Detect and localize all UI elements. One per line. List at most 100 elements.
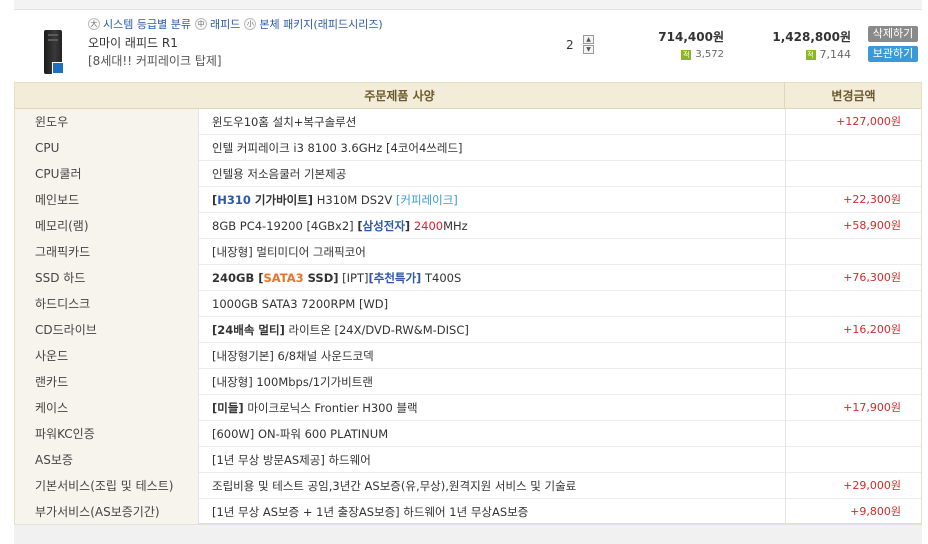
intel-badge-icon — [52, 62, 64, 74]
value-part: 삼성전자 — [362, 219, 405, 233]
value-part: H310M DS2V — [313, 193, 396, 207]
spec-row-hdd: 하드디스크 1000GB SATA3 7200RPM [WD] — [15, 291, 921, 317]
spec-value: 윈도우10홈 설치+복구솔루션 — [212, 115, 357, 129]
spec-label: SSD 하드 — [15, 265, 199, 291]
spec-value: 인텔용 저소음쿨러 기본제공 — [212, 167, 347, 181]
quantity-value: 2 — [566, 38, 574, 52]
spec-row-windows: 윈도우 윈도우10홈 설치+복구솔루션 +127,000원 — [15, 109, 921, 135]
product-name[interactable]: 오마이 래피드 R1 — [88, 34, 178, 51]
spec-label: CPU쿨러 — [15, 161, 199, 187]
quantity-down-icon[interactable]: ▼ — [583, 45, 594, 54]
category-link[interactable]: 시스템 등급별 분류 — [103, 16, 191, 32]
value-part: MHz — [443, 219, 468, 233]
spec-label: 케이스 — [15, 395, 199, 421]
category-breadcrumb: 大 시스템 등급별 분류 中 래피드 小 본체 패키지(래피드시리즈) — [88, 16, 387, 32]
spec-value: [1년 무상 AS보증 + 1년 출장AS보증] 하드웨어 1년 무상AS보증 — [212, 505, 529, 519]
spec-change: +9,800원 — [785, 499, 921, 525]
spec-row-case: 케이스 [미들] 마이크로닉스 Frontier H300 블랙 +17,900… — [15, 395, 921, 421]
spec-change: +76,300원 — [785, 265, 921, 291]
quantity-stepper[interactable]: ▲ ▼ — [583, 35, 594, 55]
spec-change — [785, 161, 921, 187]
unit-price: 714,400원 — [658, 30, 724, 44]
value-part: SSD] — [303, 271, 339, 285]
spec-value: [H310 기가바이트] H310M DS2V [커피레이크] — [212, 187, 782, 213]
spec-value: 8GB PC4-19200 [4GBx2] [삼성전자] 2400MHz — [212, 213, 782, 239]
spec-change — [785, 135, 921, 161]
spec-label: CD드라이브 — [15, 317, 199, 343]
product-thumbnail[interactable] — [40, 30, 68, 76]
spec-change: +17,900원 — [785, 395, 921, 421]
spec-row-cpu-cooler: CPU쿨러 인텔용 저소음쿨러 기본제공 — [15, 161, 921, 187]
spec-row-power: 파워KC인증 [600W] ON-파워 600 PLATINUM — [15, 421, 921, 447]
value-part: [IPT] — [338, 271, 369, 285]
spec-change — [785, 369, 921, 395]
spec-change: +127,000원 — [785, 109, 921, 135]
unit-points: 적 3,572 — [681, 49, 724, 60]
spec-row-mainboard: 메인보드 [H310 기가바이트] H310M DS2V [커피레이크] +22… — [15, 187, 921, 213]
value-part: [24배속 멀티] — [212, 323, 285, 337]
category-level-icon: 小 — [244, 18, 257, 30]
value-part: T400S — [421, 271, 462, 285]
spec-label: 파워KC인증 — [15, 421, 199, 447]
spec-row-lan: 랜카드 [내장형] 100Mbps/1기가비트랜 — [15, 369, 921, 395]
spec-value: [내장형기본] 6/8채널 사운드코덱 — [212, 349, 374, 363]
spec-label: AS보증 — [15, 447, 199, 473]
order-spec-table: 주문제품 사양 변경금액 윈도우 윈도우10홈 설치+복구솔루션 +127,00… — [14, 82, 922, 525]
quantity-up-icon[interactable]: ▲ — [583, 35, 594, 44]
delete-button[interactable]: 삭제하기 — [868, 26, 918, 42]
spec-label: 랜카드 — [15, 369, 199, 395]
category-level-icon: 中 — [194, 18, 207, 30]
spec-label: 그래픽카드 — [15, 239, 199, 265]
product-description: [8세대!! 커피레이크 탑제] — [88, 54, 222, 68]
spec-row-ssd: SSD 하드 240GB [SATA3 SSD] [IPT][추천특가] T40… — [15, 265, 921, 291]
spec-label: 윈도우 — [15, 109, 199, 135]
unit-points-value: 3,572 — [695, 49, 724, 60]
keep-button[interactable]: 보관하기 — [868, 46, 918, 62]
category-link[interactable]: 본체 패키지(래피드시리즈) — [259, 16, 382, 32]
value-part: [미들] — [212, 401, 244, 415]
total-points-value: 7,144 — [819, 48, 852, 61]
spec-table-header: 주문제품 사양 변경금액 — [15, 83, 921, 109]
spec-change: +58,900원 — [785, 213, 921, 239]
spec-change: +22,300원 — [785, 187, 921, 213]
spec-value: [24배속 멀티] 라이트온 [24X/DVD-RW&M-DISC] — [212, 317, 782, 343]
spec-change — [785, 421, 921, 447]
spec-label: 부가서비스(AS보증기간) — [15, 499, 199, 525]
spec-row-extra-service: 부가서비스(AS보증기간) [1년 무상 AS보증 + 1년 출장AS보증] 하… — [15, 499, 921, 525]
value-part: H310 — [217, 193, 251, 207]
spec-value: [내장형] 100Mbps/1기가비트랜 — [212, 375, 373, 389]
spec-row-cpu: CPU 인텔 커피레이크 i3 8100 3.6GHz [4코어4쓰레드] — [15, 135, 921, 161]
spec-value: 1000GB SATA3 7200RPM [WD] — [212, 297, 389, 311]
spec-change — [785, 291, 921, 317]
spec-value: 인텔 커피레이크 i3 8100 3.6GHz [4코어4쓰레드] — [212, 141, 463, 155]
spec-value: 조립비용 및 테스트 공임,3년간 AS보증(유,무상),원격지원 서비스 및 … — [212, 479, 577, 493]
bottom-divider — [14, 524, 922, 544]
cart-product-row: 大 시스템 등급별 분류 中 래피드 小 본체 패키지(래피드시리즈) 오마이 … — [14, 10, 922, 82]
spec-label: 기본서비스(조립 및 테스트) — [15, 473, 199, 499]
value-part: 8GB PC4-19200 [4GBx2] — [212, 219, 358, 233]
spec-change — [785, 239, 921, 265]
spec-change — [785, 447, 921, 473]
spec-row-sound: 사운드 [내장형기본] 6/8채널 사운드코덱 — [15, 343, 921, 369]
category-link[interactable]: 래피드 — [210, 16, 240, 32]
spec-value: [1년 무상 방문AS제공] 하드웨어 — [212, 453, 371, 467]
total-price: 1,428,800원 — [772, 30, 851, 44]
value-part: 라이트온 [24X/DVD-RW&M-DISC] — [284, 323, 469, 337]
spec-row-memory: 메모리(램) 8GB PC4-19200 [4GBx2] [삼성전자] 2400… — [15, 213, 921, 239]
spec-value: [미들] 마이크로닉스 Frontier H300 블랙 — [212, 395, 782, 421]
change-header: 변경금액 — [831, 89, 876, 103]
spec-label: CPU — [15, 135, 199, 161]
value-part: 마이크로닉스 Frontier H300 블랙 — [243, 401, 418, 415]
spec-row-graphics: 그래픽카드 [내장형] 멀티미디어 그래픽코어 — [15, 239, 921, 265]
spec-label: 하드디스크 — [15, 291, 199, 317]
value-part: SATA3 — [263, 271, 304, 285]
spec-row-basic-service: 기본서비스(조립 및 테스트) 조립비용 및 테스트 공임,3년간 AS보증(유… — [15, 473, 921, 499]
category-level-icon: 大 — [88, 18, 100, 30]
spec-label: 메인보드 — [15, 187, 199, 213]
spec-value: [내장형] 멀티미디어 그래픽코어 — [212, 245, 366, 259]
spec-row-cd-drive: CD드라이브 [24배속 멀티] 라이트온 [24X/DVD-RW&M-DISC… — [15, 317, 921, 343]
total-points: 적 7,144 — [805, 48, 852, 61]
value-part: 240GB [ — [212, 271, 264, 285]
spec-label: 메모리(램) — [15, 213, 199, 239]
spec-label: 사운드 — [15, 343, 199, 369]
